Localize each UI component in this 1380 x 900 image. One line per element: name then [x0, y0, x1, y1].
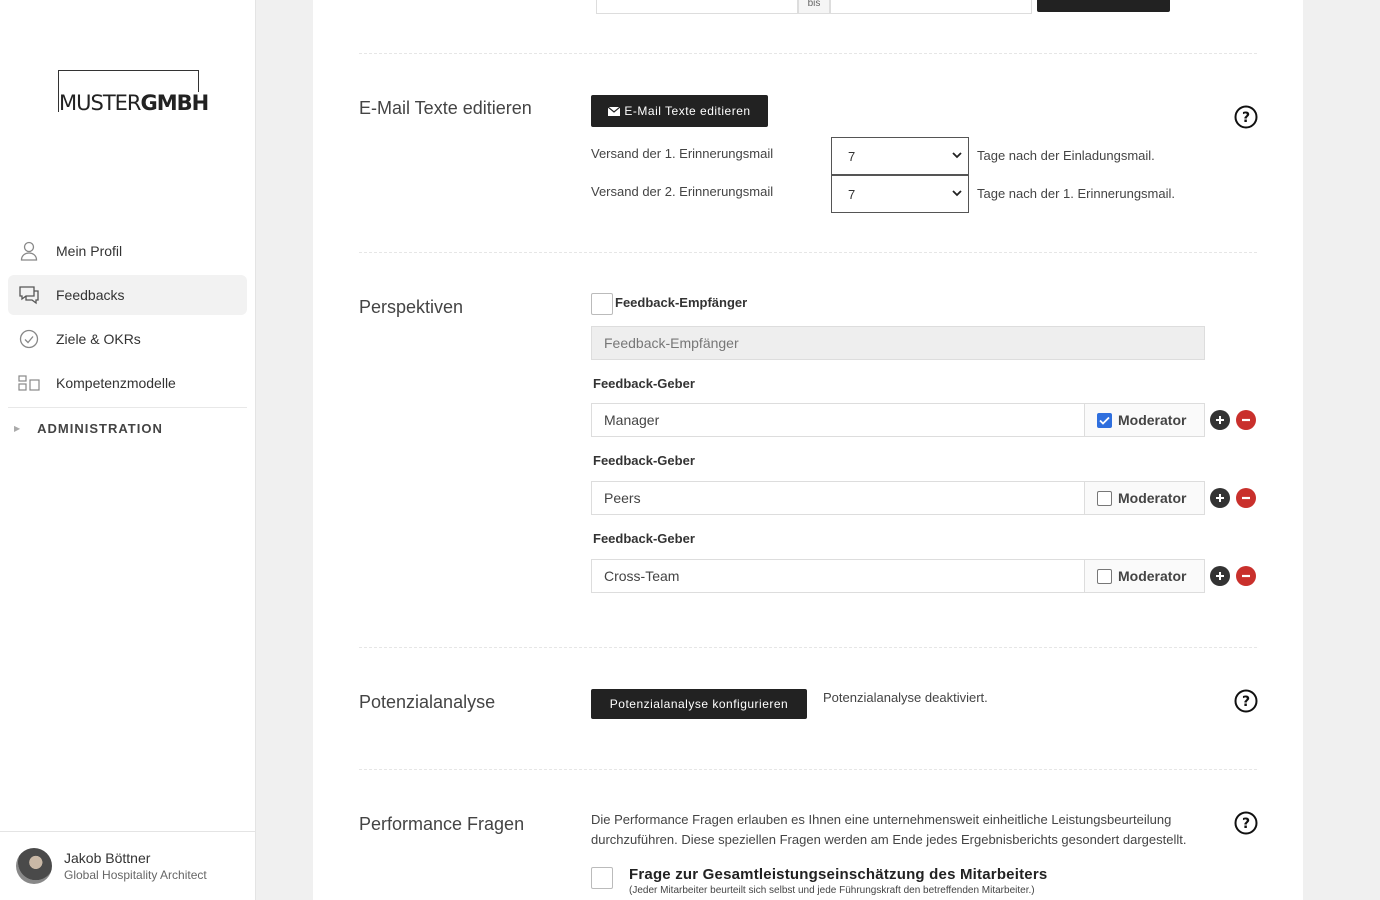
- email-section: E-Mail Texte editieren E-Mail Texte edit…: [359, 53, 1258, 252]
- giver-input-cross-team[interactable]: Cross-Team: [591, 559, 1085, 593]
- add-giver-button[interactable]: [1210, 410, 1230, 430]
- giver-label: Feedback-Geber: [593, 453, 695, 468]
- nav-item-ziele-okrs[interactable]: Ziele & OKRs: [8, 319, 247, 359]
- top-action-button[interactable]: [1037, 0, 1170, 12]
- remove-giver-button[interactable]: [1236, 566, 1256, 586]
- user-role: Global Hospitality Architect: [64, 868, 207, 882]
- moderator-toggle-peers[interactable]: Moderator: [1084, 481, 1205, 515]
- receiver-input[interactable]: Feedback-Empfänger: [591, 326, 1205, 360]
- caret-right-icon: ▶: [14, 423, 22, 433]
- help-icon[interactable]: ?: [1234, 689, 1258, 713]
- checkbox-checked[interactable]: [1097, 412, 1112, 428]
- main-nav: Mein Profil Feedbacks Ziele & OKRs Kompe…: [8, 231, 247, 448]
- edit-email-texts-button[interactable]: E-Mail Texte editieren: [591, 95, 768, 127]
- reminder1-suffix: Tage nach der Einladungsmail.: [977, 148, 1155, 163]
- remove-giver-button[interactable]: [1236, 410, 1256, 430]
- performance-section: Performance Fragen Die Performance Frage…: [359, 769, 1258, 900]
- person-icon: [18, 240, 40, 262]
- user-profile[interactable]: Jakob Böttner Global Hospitality Archite…: [0, 831, 255, 900]
- reminder2-suffix: Tage nach der 1. Erinnerungsmail.: [977, 186, 1176, 201]
- range-separator: bis: [798, 0, 830, 14]
- overall-performance-checkbox[interactable]: [591, 867, 613, 889]
- giver-label: Feedback-Geber: [593, 376, 695, 391]
- potential-section: Potenzialanalyse Potenzialanalyse konfig…: [359, 647, 1258, 769]
- reminder2-select[interactable]: 7: [831, 175, 969, 213]
- configure-potential-button[interactable]: Potenzialanalyse konfigurieren: [591, 689, 807, 719]
- moderator-toggle-manager[interactable]: Moderator: [1084, 403, 1205, 437]
- plus-icon: [1216, 494, 1224, 502]
- chat-bubbles-icon: [18, 284, 40, 306]
- nav-item-kompetenzmodelle[interactable]: Kompetenzmodelle: [8, 363, 247, 403]
- perspectives-section: Perspektiven Feedback-Empfänger Feedback…: [359, 252, 1257, 647]
- help-icon[interactable]: ?: [1234, 811, 1258, 835]
- nav-item-mein-profil[interactable]: Mein Profil: [8, 231, 247, 271]
- svg-text:?: ?: [1242, 694, 1250, 710]
- check-circle-icon: [18, 328, 40, 350]
- user-name: Jakob Böttner: [64, 850, 151, 866]
- add-giver-button[interactable]: [1210, 488, 1230, 508]
- nav-label: Kompetenzmodelle: [56, 375, 176, 391]
- section-title: Performance Fragen: [359, 814, 525, 834]
- nav-label: Ziele & OKRs: [56, 331, 141, 347]
- minus-icon: [1242, 496, 1250, 500]
- avatar: [16, 848, 52, 884]
- add-giver-button[interactable]: [1210, 566, 1230, 586]
- model-blocks-icon: [18, 372, 40, 394]
- reminder1-select[interactable]: 7: [831, 137, 969, 175]
- plus-icon: [1216, 416, 1224, 424]
- date-from-input[interactable]: [596, 0, 798, 14]
- section-title: Perspektiven: [359, 297, 464, 317]
- sidebar: MUSTERGMBH Mein Profil Feedbacks Ziele &…: [0, 0, 256, 900]
- minus-icon: [1242, 574, 1250, 578]
- svg-text:?: ?: [1242, 816, 1250, 832]
- potential-status: Potenzialanalyse deaktiviert.: [823, 690, 988, 705]
- logo-bold: GMBH: [140, 91, 210, 115]
- main-content: bis E-Mail Texte editieren E-Mail Texte …: [313, 0, 1303, 900]
- performance-description: Die Performance Fragen erlauben es Ihnen…: [591, 812, 1187, 847]
- receiver-checkbox[interactable]: [591, 293, 613, 315]
- logo-light: MUSTER: [59, 91, 142, 115]
- svg-text:?: ?: [1242, 110, 1250, 126]
- remove-giver-button[interactable]: [1236, 488, 1256, 508]
- plus-icon: [1216, 572, 1224, 580]
- checkbox[interactable]: [1097, 568, 1112, 584]
- nav-item-administration[interactable]: ▶ ADMINISTRATION: [8, 408, 247, 448]
- giver-label: Feedback-Geber: [593, 531, 695, 546]
- checkmark-icon: [1099, 416, 1110, 425]
- chevron-down-icon: [952, 152, 962, 159]
- help-icon[interactable]: ?: [1234, 105, 1258, 129]
- company-logo[interactable]: MUSTERGMBH: [58, 70, 219, 115]
- overall-performance-question: Frage zur Gesamtleistungseinschätzung de…: [629, 866, 1048, 883]
- admin-label: ADMINISTRATION: [37, 420, 163, 436]
- moderator-toggle-cross-team[interactable]: Moderator: [1084, 559, 1205, 593]
- giver-input-manager[interactable]: Manager: [591, 403, 1085, 437]
- section-title: Potenzialanalyse: [359, 692, 496, 712]
- chevron-down-icon: [952, 190, 962, 197]
- receiver-label: Feedback-Empfänger: [615, 295, 748, 310]
- reminder1-label: Versand der 1. Erinnerungsmail: [591, 146, 774, 161]
- minus-icon: [1242, 418, 1250, 422]
- section-title: E-Mail Texte editieren: [359, 98, 532, 118]
- overall-performance-note: (Jeder Mitarbeiter beurteilt sich selbst…: [629, 885, 1035, 896]
- giver-input-peers[interactable]: Peers: [591, 481, 1085, 515]
- nav-label: Feedbacks: [56, 287, 125, 303]
- checkbox[interactable]: [1097, 490, 1112, 506]
- nav-label: Mein Profil: [56, 243, 123, 259]
- nav-item-feedbacks[interactable]: Feedbacks: [8, 275, 247, 315]
- envelope-icon: [608, 106, 621, 116]
- reminder2-label: Versand der 2. Erinnerungsmail: [591, 184, 774, 199]
- date-to-input[interactable]: [830, 0, 1032, 14]
